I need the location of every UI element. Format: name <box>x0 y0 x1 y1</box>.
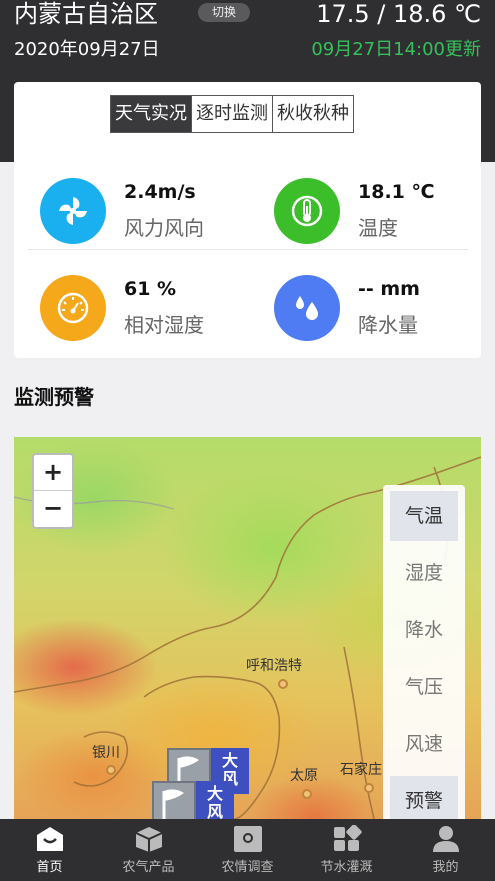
thermometer-icon <box>274 178 340 244</box>
current-date: 2020年09月27日 <box>14 39 160 60</box>
nav-home[interactable]: 首页 <box>0 819 99 881</box>
wind-value: 2.4m/s <box>124 181 196 203</box>
home-icon <box>36 827 63 851</box>
humidity-label: 相对湿度 <box>124 313 204 337</box>
gauge-icon <box>40 275 106 341</box>
warning-type: 大 风 <box>196 781 234 819</box>
temperature-label: 温度 <box>358 216 398 240</box>
nav-irrigation[interactable]: 节水灌溉 <box>297 819 396 881</box>
layer-wind-speed[interactable]: 风速 <box>390 719 458 769</box>
metric-wind: 2.4m/s 风力风向 <box>14 172 234 244</box>
user-icon <box>432 826 459 852</box>
city-marker <box>106 765 116 775</box>
metric-temperature: 18.1 ℃ 温度 <box>248 172 468 244</box>
zoom-control: + − <box>32 453 74 529</box>
layer-humidity[interactable]: 湿度 <box>390 548 458 598</box>
humidity-value: 61 % <box>124 278 177 300</box>
layer-warning[interactable]: 预警 <box>390 776 458 819</box>
box-icon <box>135 827 162 852</box>
nav-label: 节水灌溉 <box>320 860 373 875</box>
weather-card: 天气实况 逐时监测 秋收秋种 2.4m/s 风力风向 18.1 ℃ 温度 61 … <box>14 82 481 358</box>
warning-text-line: 大 <box>206 784 223 803</box>
bottom-nav: 首页 农气产品 农情调查 节水灌溉 我的 <box>0 819 495 881</box>
temperature-range: 17.5 / 18.6 ℃ <box>316 0 481 28</box>
precipitation-label: 降水量 <box>358 313 418 337</box>
wind-label: 风力风向 <box>124 216 204 240</box>
nav-agri-products[interactable]: 农气产品 <box>99 819 198 881</box>
metric-precipitation: -- mm 降水量 <box>248 269 468 341</box>
flag-icon <box>152 781 196 819</box>
layer-precipitation[interactable]: 降水 <box>390 605 458 655</box>
layer-pressure[interactable]: 气压 <box>390 662 458 712</box>
layer-temperature[interactable]: 气温 <box>390 491 458 541</box>
city-label: 石家庄 <box>340 762 382 778</box>
metric-humidity: 61 % 相对湿度 <box>14 269 234 341</box>
switch-region-button[interactable]: 切换 <box>198 3 250 22</box>
nav-label: 农情调查 <box>221 860 274 875</box>
zoom-in-button[interactable]: + <box>34 455 72 491</box>
nav-label: 我的 <box>432 860 459 875</box>
weather-map[interactable]: + − 呼和浩特 银川 太原 石家庄 大 风 大 风 气温 湿度 降水 气压 风… <box>14 437 481 819</box>
nav-mine[interactable]: 我的 <box>396 819 495 881</box>
precipitation-value: -- mm <box>358 278 420 300</box>
tab-hourly-monitor[interactable]: 逐时监测 <box>192 96 273 132</box>
city-marker <box>364 783 374 793</box>
city-label: 太原 <box>290 768 318 784</box>
raindrops-icon <box>274 275 340 341</box>
warning-text-line: 风 <box>206 802 223 820</box>
nav-agri-survey[interactable]: 农情调查 <box>198 819 297 881</box>
update-time: 09月27日14:00更新 <box>311 39 481 60</box>
city-marker <box>278 679 288 689</box>
zoom-out-button[interactable]: − <box>34 491 72 527</box>
weather-tabs: 天气实况 逐时监测 秋收秋种 <box>110 95 354 133</box>
city-label: 呼和浩特 <box>246 658 302 674</box>
camera-icon <box>233 826 262 852</box>
fan-icon <box>40 178 106 244</box>
grid-icon <box>333 825 362 851</box>
temperature-value: 18.1 ℃ <box>358 181 435 203</box>
region-name: 内蒙古自治区 <box>14 0 158 28</box>
city-label: 银川 <box>92 745 120 761</box>
warning-marker[interactable]: 大 风 <box>152 781 236 819</box>
map-layer-panel: 气温 湿度 降水 气压 风速 预警 <box>383 485 465 819</box>
tab-autumn-harvest[interactable]: 秋收秋种 <box>273 96 353 132</box>
section-title-monitor-warning: 监测预警 <box>14 385 94 409</box>
warning-text-line: 大 <box>221 751 238 770</box>
nav-label: 首页 <box>36 860 63 875</box>
city-marker <box>302 789 312 799</box>
metric-divider <box>28 249 468 250</box>
tab-weather-live[interactable]: 天气实况 <box>111 96 192 132</box>
nav-label: 农气产品 <box>122 860 175 875</box>
